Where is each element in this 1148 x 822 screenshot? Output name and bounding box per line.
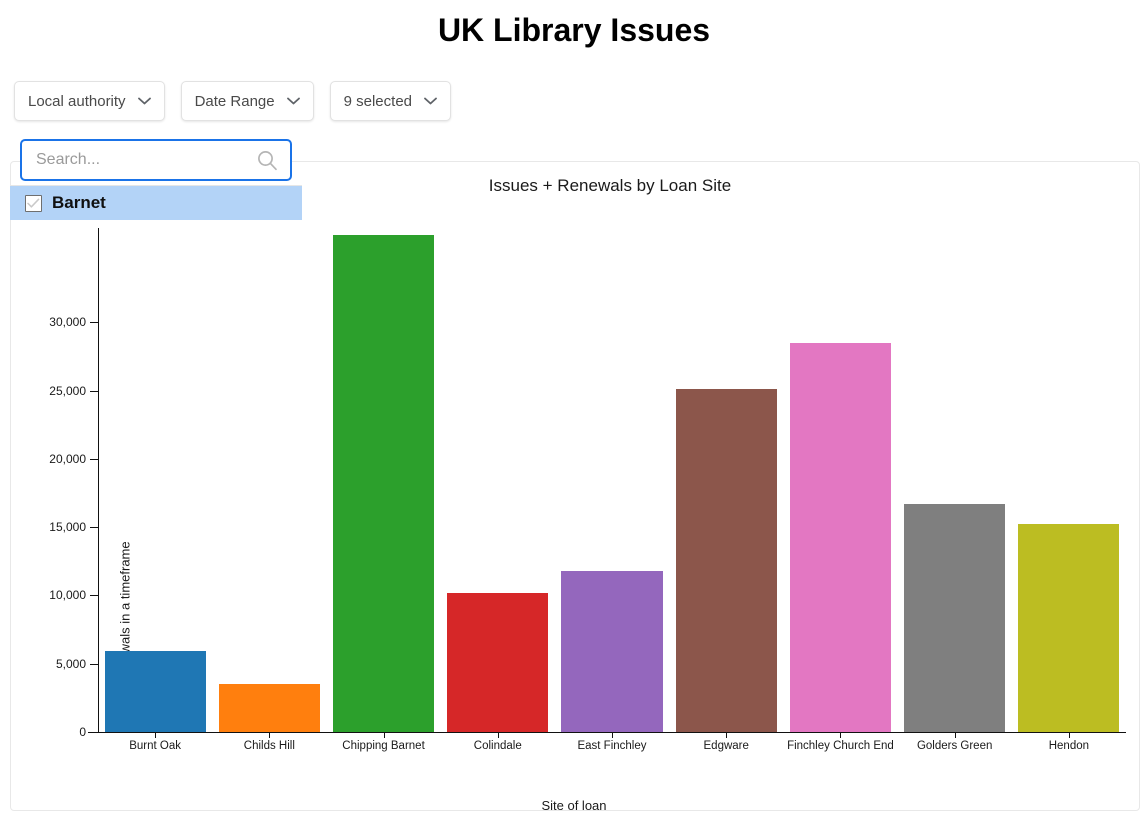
x-tick-mark — [1068, 732, 1070, 738]
x-tick-mark — [497, 732, 499, 738]
x-tick-mark — [269, 732, 271, 738]
x-tick-mark — [954, 732, 956, 738]
page-title: UK Library Issues — [437, 12, 711, 48]
plot-area: Loans + renewals in a timeframe — [98, 228, 1126, 732]
x-tick-label: Burnt Oak — [129, 740, 181, 752]
bar-finchley-church-end[interactable] — [789, 342, 891, 732]
bar-colindale[interactable] — [447, 592, 549, 732]
y-tick-label: 0 — [79, 725, 86, 739]
bar-east-finchley[interactable] — [561, 570, 663, 732]
y-tick-label: 30,000 — [49, 315, 86, 330]
x-tick-label: Colindale — [473, 740, 522, 752]
checkbox-icon[interactable] — [25, 194, 42, 212]
dashboard-root: UK Library Issues Local authority Date R… — [0, 0, 1148, 822]
local-authority-dropdown-label: Local authority — [28, 92, 126, 110]
sites-selected-dropdown-label: 9 selected — [343, 92, 413, 110]
sites-selected-dropdown[interactable]: 9 selected — [329, 81, 452, 121]
x-tick-label: Chipping Barnet — [342, 740, 425, 752]
chart-title: Issues + Renewals by Loan Site — [488, 176, 732, 195]
x-tick-label: East Finchley — [577, 740, 647, 752]
bar-burnt-oak[interactable] — [104, 651, 206, 732]
x-tick-label: Finchley Church End — [787, 740, 894, 752]
x-axis-title: Site of loan — [541, 798, 607, 813]
local-authority-dropdown[interactable]: Local authority — [14, 81, 165, 121]
y-tick-label: 15,000 — [49, 520, 86, 535]
search-input[interactable] — [34, 150, 256, 170]
x-tick-label: Golders Green — [916, 740, 993, 752]
authority-list: Barnet — [10, 185, 302, 220]
bar-edgware[interactable] — [675, 389, 777, 732]
search-icon[interactable] — [256, 149, 278, 171]
x-tick-mark — [612, 732, 613, 738]
bar-childs-hill[interactable] — [218, 684, 320, 732]
x-tick-mark — [726, 732, 728, 738]
date-range-dropdown-label: Date Range — [194, 92, 275, 110]
y-axis-title: Loans + renewals in a timeframe — [117, 541, 133, 730]
bar-hendon[interactable] — [1018, 524, 1120, 732]
x-tick-label: Childs Hill — [243, 740, 295, 752]
bar-golders-green[interactable] — [904, 503, 1006, 732]
y-tick-label: 5,000 — [55, 656, 86, 671]
list-item-label: Barnet — [52, 193, 106, 212]
x-tick-mark — [383, 732, 385, 738]
bar-chipping-barnet[interactable] — [333, 234, 435, 732]
y-tick-label: 20,000 — [49, 451, 86, 466]
x-tick-label: Edgware — [703, 740, 749, 752]
list-item-barnet[interactable]: Barnet — [10, 186, 302, 220]
x-tick-label: Hendon — [1048, 740, 1090, 752]
date-range-dropdown[interactable]: Date Range — [180, 81, 314, 121]
x-tick-mark — [840, 732, 842, 738]
chevron-down-icon — [286, 97, 300, 105]
search-box[interactable] — [20, 139, 292, 181]
filter-bar: Local authority Date Range 9 selected — [14, 81, 452, 121]
x-tick-mark — [155, 732, 157, 738]
y-tick-label: 10,000 — [49, 588, 86, 603]
chevron-down-icon — [424, 97, 437, 105]
chevron-down-icon — [137, 97, 151, 105]
y-tick-mark — [90, 732, 99, 733]
y-tick-label: 25,000 — [49, 383, 86, 398]
x-axis-line — [88, 732, 1126, 733]
